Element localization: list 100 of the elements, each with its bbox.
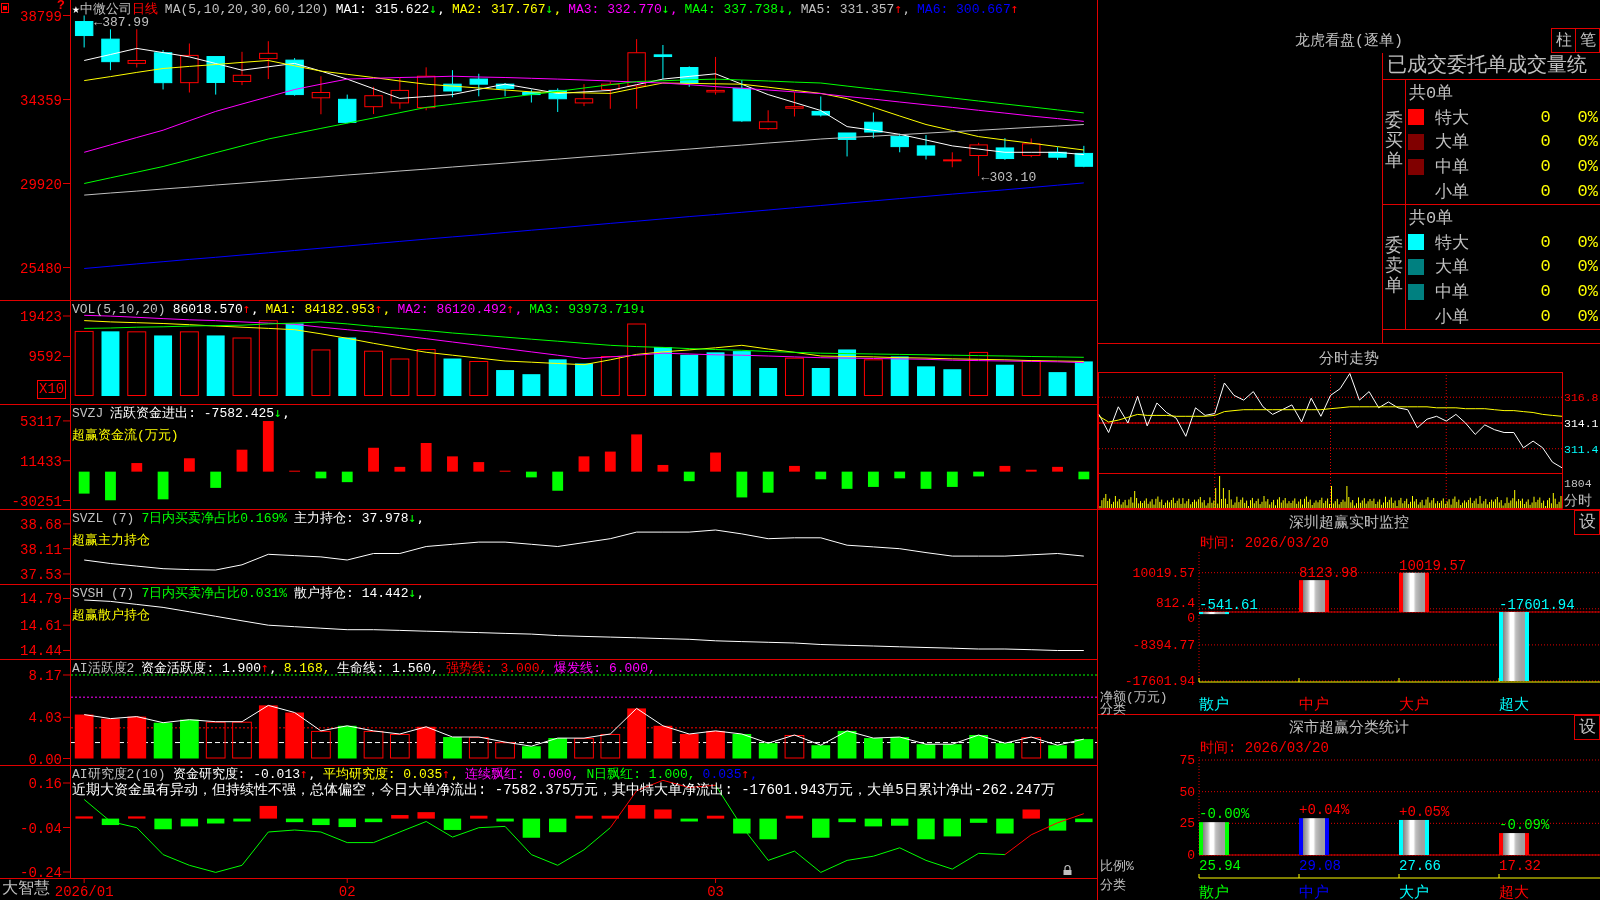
trend-arrow: ↓, (429, 1, 445, 16)
trend-arrow: ↑ (1010, 1, 1019, 16)
indicator-value: 8.168, (283, 661, 331, 676)
change-label: -0.00% (1199, 806, 1250, 823)
indicator-name: SVZJ (72, 406, 104, 421)
indicator-value: 爆发线: 6.000, (554, 661, 656, 676)
order-percent: 0% (1577, 182, 1598, 202)
bar-value-label: 25.94 (1199, 858, 1241, 874)
order-size-label: 中单 (1435, 157, 1469, 179)
category-label: 大户 (1399, 885, 1429, 900)
trend-arrow: ↑, (261, 660, 277, 675)
volume-scale-label: 1804 (1564, 477, 1592, 490)
trend-arrow: ↑, (374, 301, 391, 316)
indicator-value: MA3: 93973.719 (529, 302, 639, 317)
panel-title: 深圳超赢实时监控 (1289, 513, 1409, 532)
order-count: 0 (1540, 157, 1551, 177)
indicator-value: MA4: 337.738 (684, 2, 779, 17)
panel-title: 分时走势 (1319, 349, 1379, 368)
unit-label: X10 (37, 380, 67, 399)
date-label: 03 (707, 884, 724, 900)
trend-arrow: ↑, (506, 301, 523, 316)
indicator-value: MA1: 315.622 (335, 2, 430, 17)
axis-tick-label: 314.1 (1564, 417, 1599, 430)
trend-arrow: ↓, (778, 1, 794, 16)
indicator-caption: 超赢散户持仓 (72, 608, 150, 623)
indicator-value: 强势线: 3.000, (445, 661, 548, 676)
indicator-value: N日飘红: 1.000, (586, 767, 696, 782)
panel-title: 深市超赢分类统计 (1289, 718, 1409, 737)
indicator-value: MA5: 331.357 (800, 2, 895, 17)
bar-value-label: 17.32 (1499, 858, 1541, 874)
category-label: 大户 (1399, 697, 1429, 714)
indicator-value: 连续飘红: 0.000, (464, 767, 580, 782)
axis-tick-label: 25480 (20, 260, 62, 277)
order-percent: 0% (1577, 307, 1598, 327)
group-label: 委买单 (1385, 112, 1403, 172)
date-label: 02 (338, 884, 356, 900)
category-label: 散户 (1199, 885, 1229, 900)
axis-tick-label: 311.4 (1564, 442, 1599, 456)
order-size-label: 中单 (1435, 282, 1469, 304)
order-percent: 0% (1577, 132, 1598, 152)
axis-title: 分类 (1100, 878, 1126, 893)
order-size-label: 特大 (1435, 107, 1469, 129)
bar-value-label: 8123.98 (1299, 565, 1358, 582)
order-count: 0 (1540, 232, 1551, 252)
price-annotation: ←303.10 (981, 170, 1037, 186)
trend-arrow: ↑, (300, 766, 316, 781)
group-label: 委卖单 (1385, 237, 1403, 297)
order-total: 共0单 (1408, 207, 1454, 229)
category-label: 散户 (1199, 697, 1229, 714)
order-total: 共0单 (1408, 82, 1454, 104)
order-percent: 0% (1577, 107, 1598, 127)
axis-tick-label: 19423 (20, 309, 62, 325)
indicator-value: 0.035 (702, 767, 742, 782)
axis-title: 比例% (1100, 859, 1134, 874)
category-label: 超大 (1499, 697, 1529, 714)
panel-title: 龙虎看盘(逐单) (1295, 31, 1403, 50)
indicator-name: VOL(5,10,20) (72, 302, 166, 317)
indicator-caption: 超赢主力持仓 (72, 533, 150, 548)
price-annotation: ←387.99 (94, 14, 149, 30)
indicator-value: 平均研究度: 0.035 (322, 767, 443, 782)
axis-tick-label: 316.8 (1564, 391, 1599, 405)
unit-label: 分时 (1564, 493, 1592, 509)
axis-tick-label: -30251 (11, 493, 62, 510)
category-label: 中户 (1299, 697, 1329, 714)
order-count: 0 (1540, 307, 1551, 327)
axis-tick-label: 34359 (20, 92, 62, 109)
indicator-value: MA3: 332.770 (568, 2, 662, 17)
order-percent: 0% (1577, 282, 1598, 302)
trend-arrow: ↓, (274, 405, 290, 420)
indicator-value: 散户持仓: 14.442 (294, 586, 409, 601)
period-label: 日线 (131, 2, 158, 17)
indicator-caption: 超赢资金流(万元) (72, 428, 179, 443)
axis-tick-label: 38799 (20, 8, 62, 25)
order-size-label: 小单 (1435, 182, 1469, 204)
bar-value-label: -17601.94 (1499, 597, 1575, 613)
axis-tick-label: 25 (1179, 816, 1195, 832)
order-count: 0 (1540, 182, 1551, 202)
indicator-value: MA1: 84182.953 (265, 302, 375, 317)
indicator-value: 7日内买卖净占比0.169% (141, 511, 288, 526)
axis-tick-label: 0 (1187, 848, 1195, 863)
axis-tick-label: 0 (1187, 610, 1195, 626)
axis-tick-label: -8394.77 (1132, 637, 1195, 653)
brand-label: 大智慧 (1, 880, 50, 898)
axis-tick-label: 38.11 (20, 541, 62, 558)
indicator-value: 资金研究度: -0.013 (172, 767, 301, 782)
axis-tick-label: 0.16 (28, 776, 62, 792)
order-percent: 0% (1577, 232, 1598, 252)
axis-tick-label: 10019.57 (1132, 565, 1195, 581)
axis-tick-label: 50 (1179, 784, 1195, 800)
axis-tick-label: 4.03 (28, 710, 62, 727)
indicator-value: MA2: 86120.492 (397, 302, 507, 317)
change-label: +0.05% (1399, 803, 1450, 820)
category-label: 超大 (1499, 885, 1529, 900)
axis-tick-label: -0.04 (20, 820, 62, 837)
indicator-name: 中微公司 (79, 2, 132, 17)
order-count: 0 (1540, 107, 1551, 127)
bar-value-label: 29.08 (1299, 858, 1341, 874)
order-size-label: 特大 (1435, 232, 1469, 254)
order-size-label: 大单 (1435, 257, 1469, 279)
indicator-value: MA6: 300.667 (917, 2, 1011, 17)
